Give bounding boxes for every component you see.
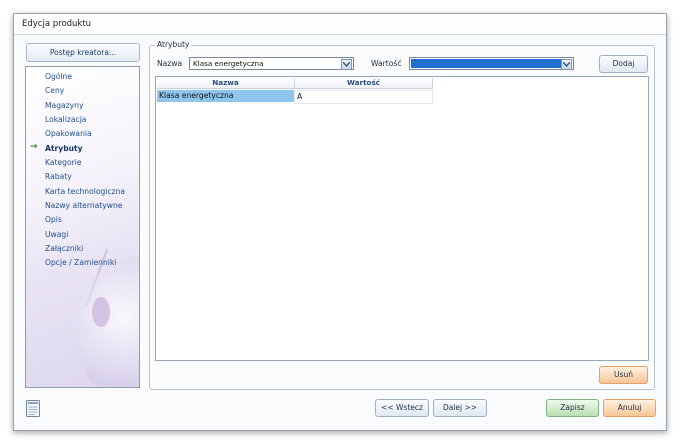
column-header-name[interactable]: Nazwa [157,78,295,89]
value-label: Wartość [371,59,402,68]
nav-item-ogolne[interactable]: Ogólne [45,72,72,81]
attribute-name-combo[interactable]: Klasa energetyczna [189,57,354,70]
nav-item-rabaty[interactable]: Rabaty [45,172,72,181]
name-label: Nazwa [157,59,183,68]
attribute-value-selection [411,59,561,68]
nav-item-uwagi[interactable]: Uwagi [45,230,68,239]
nav-item-opcje-zamienniki[interactable]: Opcje / Zamienniki [45,258,116,267]
nav-item-ceny[interactable]: Ceny [45,86,64,95]
attribute-value-combo[interactable] [409,57,574,70]
chevron-down-icon[interactable] [561,59,572,70]
save-button[interactable]: Zapisz [546,399,599,417]
nav-item-opakowania[interactable]: Opakowania [45,129,92,138]
wizard-nav-panel: Ogólne Ceny Magazyny Lokalizacja Opakowa… [25,66,140,388]
attributes-grid[interactable]: Nazwa Wartość Klasa energetyczna A [155,76,649,361]
remove-button[interactable]: Usuń [599,366,648,384]
nav-item-atrybuty[interactable]: Atrybuty [45,144,83,153]
chevron-down-icon[interactable] [341,59,352,70]
nav-item-nazwy-alternatywne[interactable]: Nazwy alternatywne [45,201,122,210]
nav-item-karta-technologiczna[interactable]: Karta technologiczna [45,187,125,196]
nav-item-zalaczniki[interactable]: Załączniki [45,244,83,253]
active-arrow-icon: → [30,142,38,152]
nav-item-lokalizacja[interactable]: Lokalizacja [45,115,86,124]
table-cell-value[interactable]: A [294,90,433,104]
nav-item-kategorie[interactable]: Kategorie [45,158,82,167]
product-edit-window: Edycja produktu Postęp kreatora... Ogóln… [13,13,667,431]
table-cell-name[interactable]: Klasa energetyczna [157,90,294,102]
title-bar: Edycja produktu [14,14,666,35]
back-button[interactable]: << Wstecz [375,399,429,417]
nav-item-magazyny[interactable]: Magazyny [45,101,83,110]
decorative-flower-bud [92,297,110,327]
wizard-progress-button[interactable]: Postęp kreatora... [26,43,140,62]
column-header-value[interactable]: Wartość [295,78,433,89]
attribute-name-value: Klasa energetyczna [193,59,264,68]
add-button[interactable]: Dodaj [599,55,648,73]
window-title: Edycja produktu [22,19,92,29]
nav-item-opis[interactable]: Opis [45,215,62,224]
notes-icon[interactable] [26,400,40,417]
cancel-button[interactable]: Anuluj [603,399,656,417]
attributes-group-title: Atrybuty [155,40,192,49]
next-button[interactable]: Dalej >> [433,399,487,417]
decorative-flower-glow [76,257,139,387]
